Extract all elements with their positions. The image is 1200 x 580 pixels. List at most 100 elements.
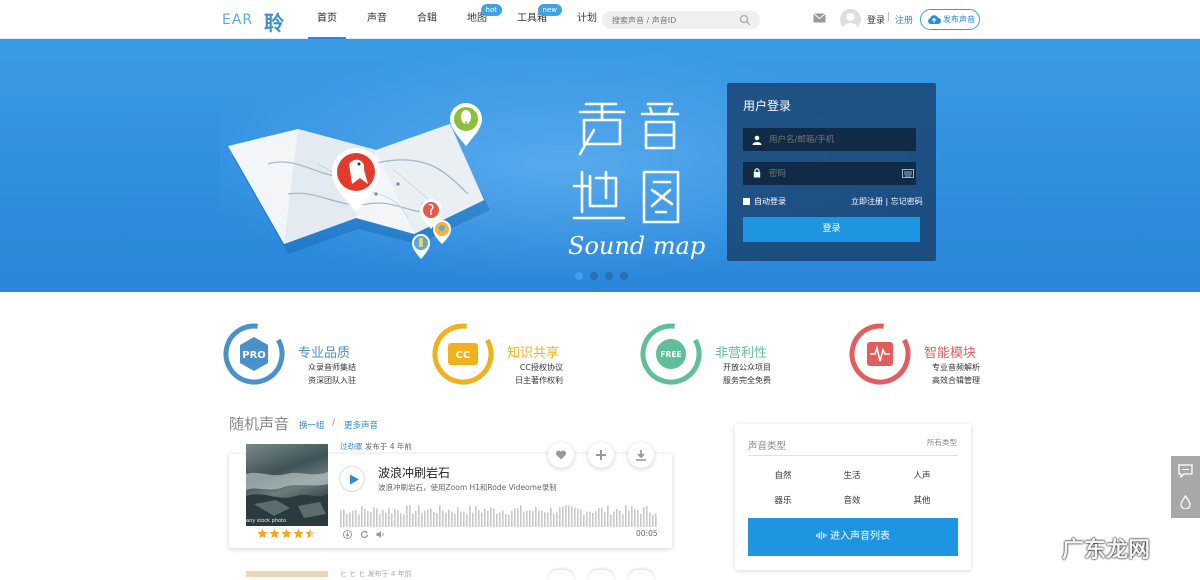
waveform-bar: [496, 513, 498, 527]
waveform-bar: [625, 505, 627, 527]
waveform-bar: [598, 508, 600, 527]
waveform-bar: [367, 510, 369, 527]
star-icon: [269, 528, 280, 539]
waveform-bar: [640, 513, 642, 527]
waveform-bar: [361, 506, 363, 527]
waveform-bar: [409, 505, 411, 527]
keyboard-icon[interactable]: [902, 169, 914, 178]
login-links: 立即注册 | 忘记密码: [851, 196, 923, 207]
type-instrument[interactable]: 器乐: [763, 494, 803, 506]
waveform-bar: [607, 505, 609, 527]
type-voice[interactable]: 人声: [902, 469, 942, 481]
waveform-bar: [448, 509, 450, 527]
enter-list-label: 进入声音列表: [830, 531, 890, 542]
links-separator: |: [885, 197, 889, 206]
waveform[interactable]: [340, 503, 658, 527]
hero-banner: Sound map 用户登录 自动登录 立即注册 | 忘记密码 登录: [0, 39, 1200, 292]
play-button[interactable]: [339, 466, 365, 492]
next-download-button[interactable]: [628, 570, 654, 580]
waveform-bar: [424, 510, 426, 527]
carousel-dot-4[interactable]: [620, 272, 628, 280]
waveform-bar: [346, 513, 348, 527]
waveform-bar: [547, 512, 549, 527]
next-like-button[interactable]: [548, 570, 574, 580]
carousel-dot-3[interactable]: [605, 272, 613, 280]
nav-item-collections[interactable]: 合辑: [408, 0, 446, 39]
site-logo[interactable]: EAR 聆: [222, 7, 288, 35]
waveform-bar: [655, 513, 657, 527]
auto-login-label: 自动登录: [754, 197, 786, 206]
waveform-bar: [343, 509, 345, 527]
nav-label: 合辑: [417, 13, 437, 24]
waveform-bar: [382, 510, 384, 527]
author-link[interactable]: 过劲骤: [340, 442, 363, 451]
type-other[interactable]: 其他: [902, 494, 942, 506]
nav-item-sounds[interactable]: 声音: [358, 0, 396, 39]
sound-thumbnail[interactable]: [246, 444, 328, 526]
login-link[interactable]: 登录: [867, 13, 885, 26]
carousel-dot-1[interactable]: [575, 272, 583, 280]
download-button[interactable]: [628, 442, 654, 468]
enter-sound-list-button[interactable]: 进入声音列表: [748, 518, 958, 556]
login-submit-button[interactable]: 登录: [743, 217, 920, 242]
waveform-bar: [538, 510, 540, 527]
type-nature[interactable]: 自然: [763, 469, 803, 481]
nav-item-home[interactable]: 首页: [308, 0, 346, 39]
user-avatar-icon: [843, 13, 858, 30]
publish-sound-button[interactable]: 发布声音: [920, 9, 980, 30]
type-life[interactable]: 生活: [832, 469, 872, 481]
side-float-bar: [1171, 456, 1200, 518]
mail-icon[interactable]: [813, 13, 826, 23]
waveform-bar: [427, 509, 429, 527]
password-input[interactable]: [743, 162, 916, 185]
username-input[interactable]: [743, 128, 916, 151]
more-sounds-link[interactable]: 更多声音: [344, 419, 378, 431]
waveform-bar: [616, 509, 618, 527]
carousel-dot-2[interactable]: [590, 272, 598, 280]
waveform-bar: [559, 507, 561, 527]
waveform-bar: [403, 514, 405, 527]
waveform-bar: [454, 513, 456, 527]
sound-title[interactable]: 波浪冲刷岩石: [378, 464, 450, 481]
feedback-button[interactable]: [1171, 456, 1200, 487]
shuffle-link[interactable]: 换一组: [299, 419, 325, 431]
waveform-bar: [556, 512, 558, 527]
waveform-bar: [406, 505, 408, 527]
waveform-bar: [364, 509, 366, 527]
waveform-bar: [649, 512, 651, 527]
posted-time: 发布于 4 年前: [362, 442, 412, 451]
all-types-link[interactable]: 所有类型: [927, 437, 957, 448]
waveform-bar: [526, 510, 528, 527]
nav-item-plan[interactable]: 计划: [568, 0, 606, 39]
register-link[interactable]: 注册: [895, 13, 913, 26]
waveform-bar: [421, 513, 423, 527]
waveform-bar: [619, 510, 621, 527]
star-icon: [281, 528, 292, 539]
waveform-bar: [490, 507, 492, 527]
watermark-text: 广东龙网: [1062, 538, 1151, 563]
nav-item-map[interactable]: 地图 hot: [458, 0, 502, 39]
waveform-bar: [568, 505, 570, 527]
avatar[interactable]: [840, 9, 861, 30]
feature-free: FREE 非营利性 开放公众项目 服务完全免费: [639, 322, 819, 390]
search-icon[interactable]: [739, 14, 751, 26]
auto-login[interactable]: 自动登录: [743, 196, 786, 207]
next-add-button[interactable]: [588, 570, 614, 580]
add-to-collection-button[interactable]: [588, 442, 614, 468]
theme-button[interactable]: [1171, 487, 1200, 518]
download-small-icon[interactable]: [343, 530, 352, 539]
next-sound-thumbnail[interactable]: [246, 571, 328, 577]
nav-item-toolbox[interactable]: 工具箱 new: [508, 0, 562, 39]
feature-title: 知识共享: [507, 346, 560, 361]
loop-icon[interactable]: [360, 530, 369, 539]
search-input[interactable]: [602, 11, 760, 29]
like-button[interactable]: [548, 442, 574, 468]
forgot-password-link[interactable]: 忘记密码: [891, 197, 923, 206]
volume-icon[interactable]: [376, 530, 385, 539]
register-now-link[interactable]: 立即注册: [851, 197, 883, 206]
auto-login-checkbox[interactable]: [743, 198, 750, 205]
feature-line-1: CC授权协议: [519, 363, 563, 372]
waveform-bar: [379, 514, 381, 527]
type-effects[interactable]: 音效: [832, 494, 872, 506]
waveform-bar: [463, 511, 465, 527]
